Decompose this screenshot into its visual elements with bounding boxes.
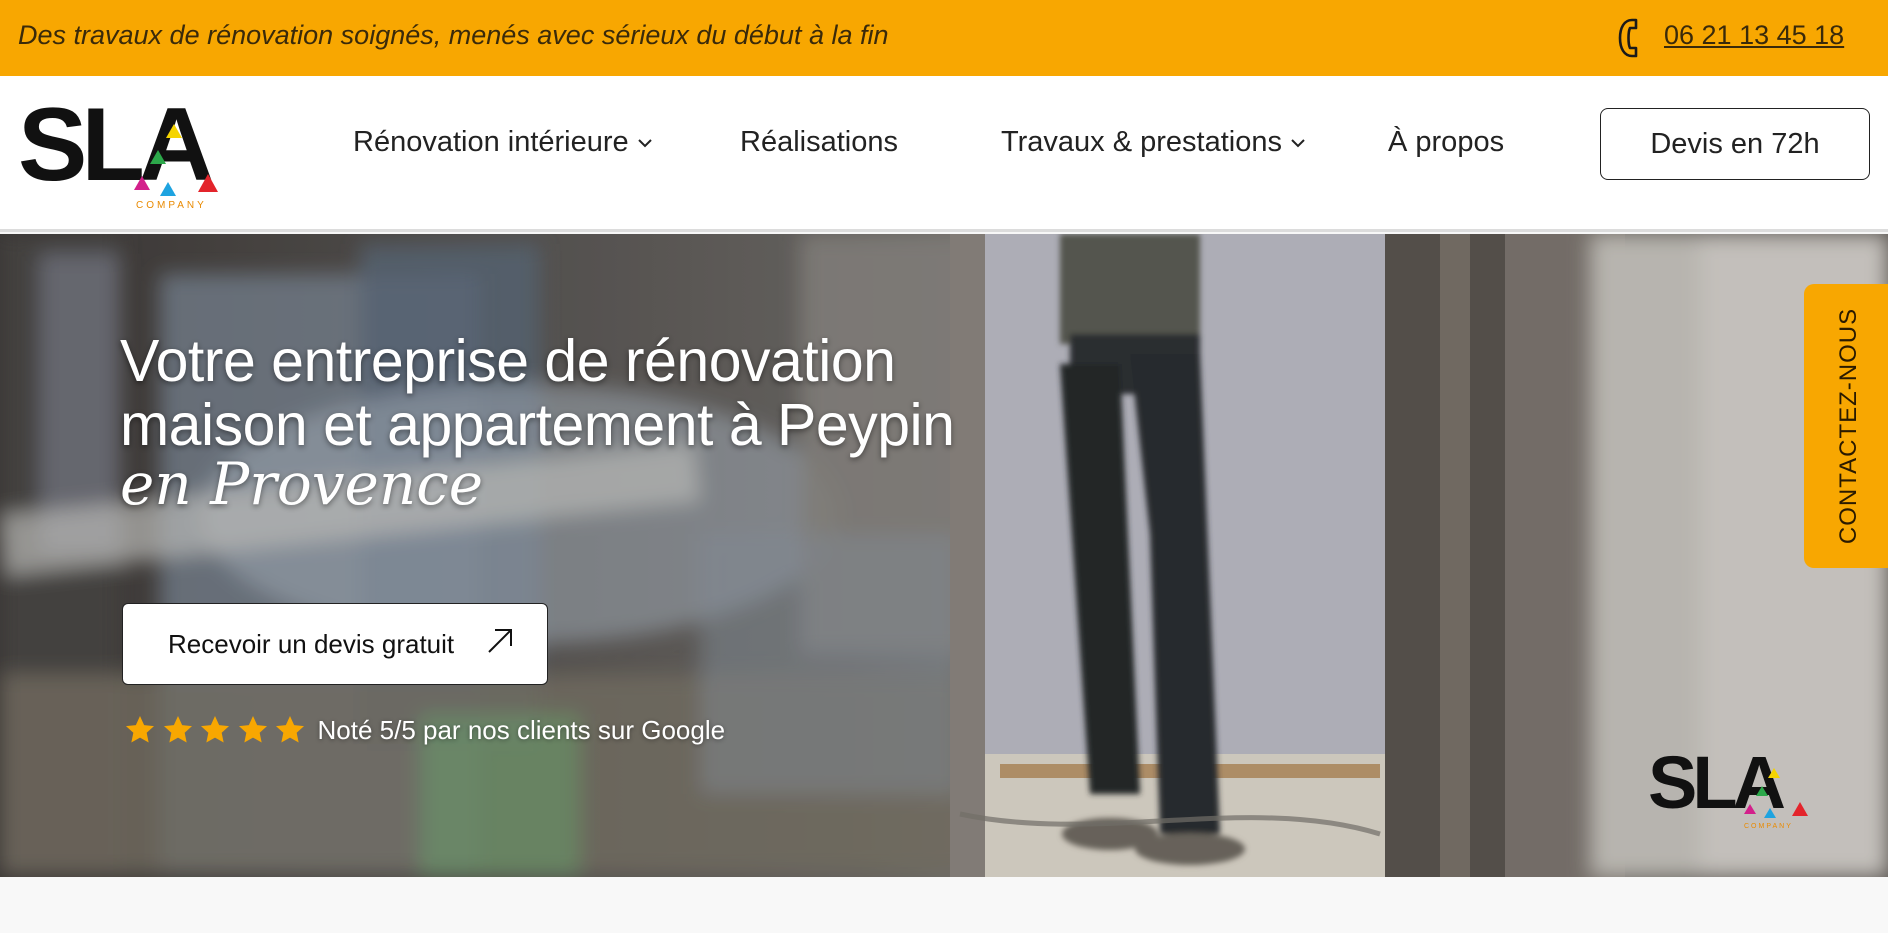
nav-item-a-propos[interactable]: À propos: [1388, 126, 1504, 159]
star-icon: [163, 716, 192, 743]
nav-item-travaux-prestations[interactable]: Travaux & prestations: [1001, 126, 1306, 159]
star-icon: [126, 716, 154, 743]
contact-tab[interactable]: CONTACTEZ-NOUS: [1804, 284, 1888, 568]
watermark-logo: SLA COMPANY: [1648, 750, 1808, 830]
free-quote-button[interactable]: Recevoir un devis gratuit: [122, 603, 548, 685]
nav-label: Rénovation intérieure: [353, 126, 629, 158]
google-rating: Noté 5/5 par nos clients sur Google: [124, 714, 725, 746]
logo-subtitle: COMPANY: [136, 200, 207, 211]
watermark-wordmark: SLA: [1648, 750, 1785, 824]
star-icon: [201, 716, 229, 743]
nav-label: Réalisations: [740, 126, 898, 158]
nav-label: À propos: [1388, 126, 1505, 158]
tagline: Des travaux de rénovation soignés, menés…: [18, 20, 889, 50]
star-icon: [276, 716, 304, 743]
phone-link[interactable]: 06 21 13 45 18: [1664, 20, 1844, 51]
chevron-down-icon: [1291, 138, 1305, 147]
next-section: [0, 877, 1888, 933]
devis-72h-button[interactable]: Devis en 72h: [1600, 108, 1870, 180]
sla-logo[interactable]: SLA COMPANY: [18, 96, 228, 212]
logo-wordmark: SLA: [18, 96, 212, 203]
hero-script-subtitle: en Provence: [120, 450, 484, 518]
hero-section: Votre entreprise de rénovation maison et…: [0, 234, 1888, 877]
nav-label: Travaux & prestations: [1001, 126, 1282, 158]
chevron-down-icon: [637, 138, 652, 147]
site-header: SLA COMPANY Rénovation intérieure Réalis…: [0, 76, 1888, 232]
hero-title: Votre entreprise de rénovation maison et…: [120, 328, 955, 458]
watermark-subtitle: COMPANY: [1744, 823, 1793, 830]
hero-title-line-1: Votre entreprise de rénovation: [120, 328, 896, 394]
top-announcement-bar: Des travaux de rénovation soignés, menés…: [0, 0, 1888, 76]
star-icon: [238, 716, 267, 743]
hero-title-line-2: maison et appartement à Peypin: [120, 392, 955, 458]
contact-tab-label: CONTACTEZ-NOUS: [1835, 307, 1862, 545]
nav-item-realisations[interactable]: Réalisations: [740, 126, 898, 159]
arrow-up-right-icon: [488, 629, 512, 653]
nav-item-renovation-interieure[interactable]: Rénovation intérieure: [353, 126, 653, 159]
free-quote-label: Recevoir un devis gratuit: [168, 628, 455, 659]
phone-icon: [1618, 18, 1638, 58]
rating-text: Noté 5/5 par nos clients sur Google: [317, 714, 726, 745]
